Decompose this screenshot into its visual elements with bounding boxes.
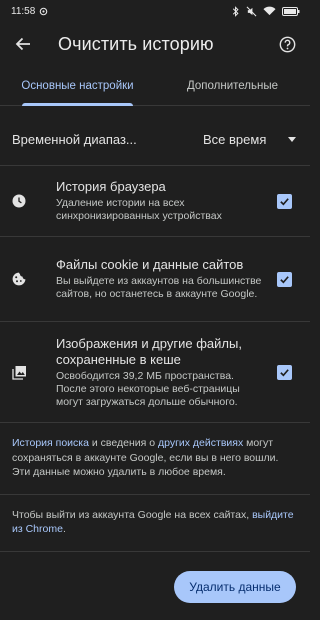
time-range-label: Временной диапаз... (12, 132, 137, 147)
tab-bar: Основные настройки Дополнительные (0, 66, 310, 106)
time-range-value: Все время (203, 132, 267, 147)
help-button[interactable] (272, 29, 302, 59)
info-text: Чтобы выйти из аккаунта Google на всех с… (12, 508, 253, 521)
mute-icon (246, 6, 257, 17)
cookies-title: Файлы cookie и данные сайтов (56, 257, 244, 272)
bluetooth-icon (232, 5, 240, 17)
dropdown-arrow-icon (288, 137, 296, 142)
browsing-history-checkbox[interactable] (277, 193, 292, 209)
browsing-history-title: История браузера (56, 179, 166, 194)
sync-status-icon (39, 7, 48, 16)
arrow-back-icon (15, 37, 30, 51)
tab-advanced-label: Дополнительные (186, 79, 279, 92)
sign-out-info: Чтобы выйти из аккаунта Google на всех с… (0, 495, 310, 552)
cached-images-checkbox[interactable] (277, 364, 292, 380)
checkmark-icon (280, 368, 289, 376)
help-icon (279, 36, 295, 52)
cached-images-title: Изображения и другие файлы, сохраненные … (56, 335, 242, 367)
other-activity-link[interactable]: других действиях (158, 437, 243, 449)
battery-icon (282, 6, 300, 16)
active-tab-indicator (22, 103, 133, 106)
wifi-icon (263, 6, 276, 16)
info-text: и сведения о (88, 437, 158, 449)
status-time: 11:58 (11, 5, 36, 17)
page-title: Очистить историю (58, 33, 214, 54)
delete-data-button[interactable]: Удалить данные (174, 571, 296, 603)
app-bar: Очистить историю (0, 22, 310, 66)
clock-icon (12, 194, 32, 208)
tab-basic-label: Основные настройки (21, 79, 134, 92)
cookies-option[interactable]: Файлы cookie и данные сайтов Вы выйдете … (0, 237, 310, 322)
time-range-dropdown[interactable]: Все время (203, 132, 298, 147)
info-text: . (62, 523, 66, 535)
checkmark-icon (280, 197, 289, 205)
time-range-row: Временной диапаз... Все время (0, 114, 310, 166)
search-history-link[interactable]: История поиска (12, 437, 89, 449)
tab-basic[interactable]: Основные настройки (0, 66, 155, 106)
tab-advanced[interactable]: Дополнительные (155, 66, 310, 105)
cached-images-subtitle: Освободится 39,2 МБ пространства. После … (56, 369, 240, 408)
search-history-info: История поиска и сведения о других дейст… (0, 423, 310, 495)
image-icon (12, 365, 32, 380)
cookies-checkbox[interactable] (277, 271, 292, 287)
cookie-icon (12, 272, 32, 286)
browsing-history-subtitle: Удаление истории на всех синхронизирован… (56, 197, 222, 222)
cookies-subtitle: Вы выйдете из аккаунтов на большинстве с… (56, 275, 262, 300)
back-button[interactable] (8, 29, 38, 59)
checkmark-icon (280, 275, 289, 283)
cached-images-option[interactable]: Изображения и другие файлы, сохраненные … (0, 322, 310, 423)
browsing-history-option[interactable]: История браузера Удаление истории на все… (0, 166, 310, 237)
status-bar: 11:58 (0, 0, 310, 22)
